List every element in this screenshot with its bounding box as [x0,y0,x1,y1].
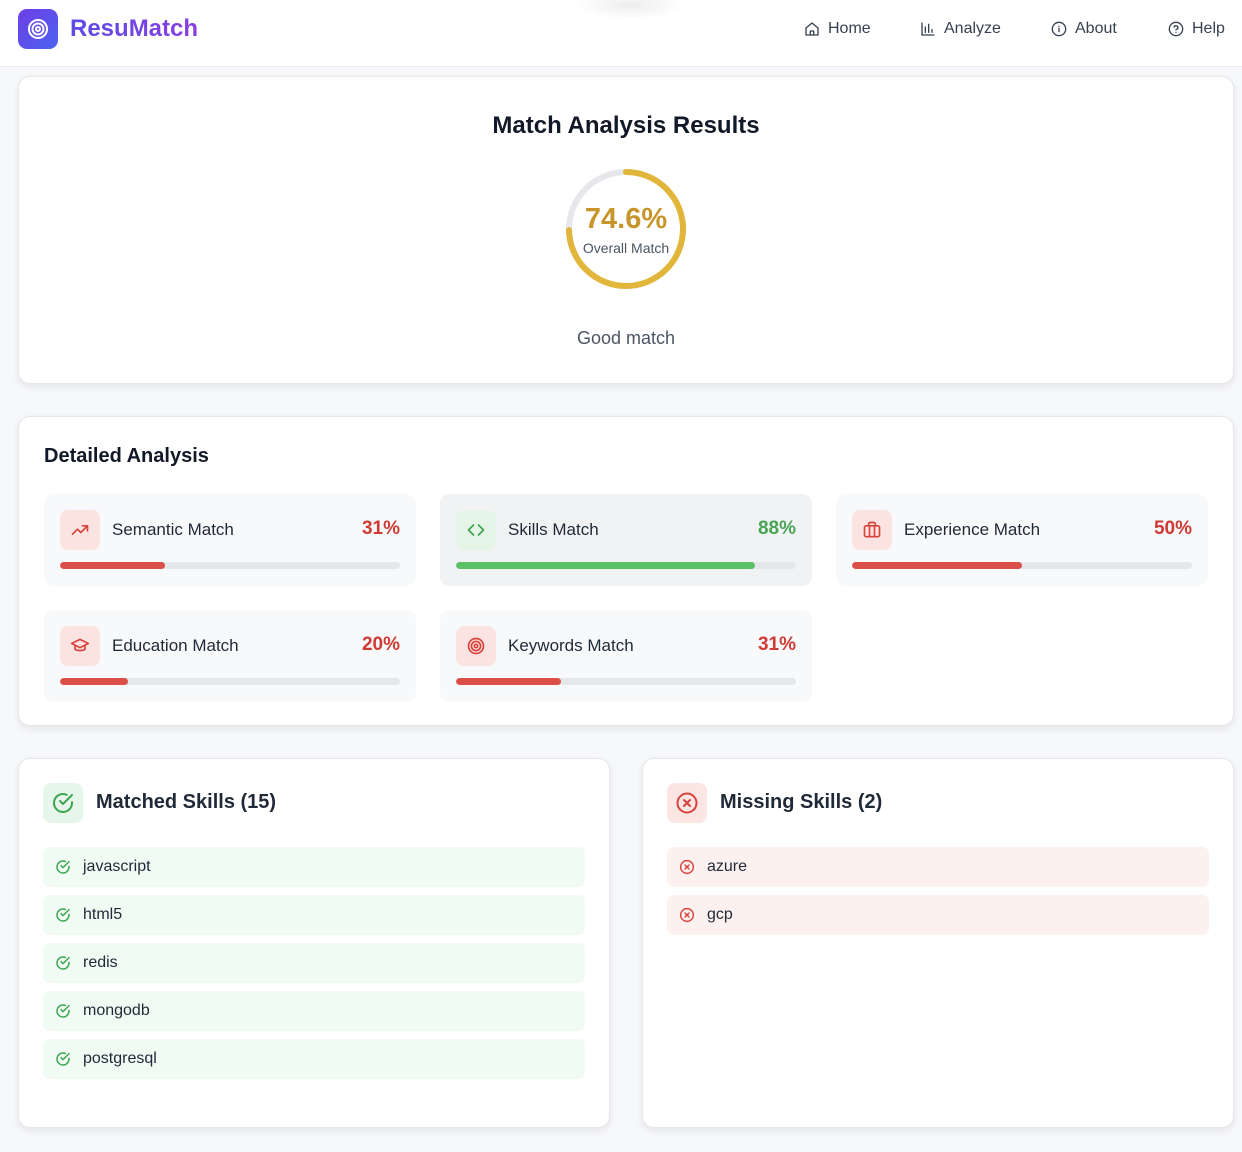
skill-list-item: mongodb [43,991,585,1031]
x-circle-icon [679,907,695,923]
metric-icon-box [456,626,496,666]
overall-match-percent: 74.6% [584,203,668,235]
detailed-analysis-title: Detailed Analysis [44,445,209,467]
skill-list-item: azure [667,847,1209,887]
metric-name: Keywords Match [508,636,634,655]
trending-up-icon [71,525,89,535]
skill-name: javascript [83,858,151,875]
skill-name: redis [83,954,118,971]
x-circle-icon [676,792,698,814]
skill-name: html5 [83,906,123,923]
matched-skills-card: Matched Skills (15) javascript html5 redis… [18,758,610,1128]
metric-value: 50% [1153,518,1192,539]
missing-skills-title: Missing Skills (2) [720,791,883,813]
target-icon [467,637,485,655]
metric-progress-fill [456,562,756,569]
x-circle-icon [679,859,695,875]
skill-list-item: javascript [43,847,585,887]
skill-name: mongodb [83,1002,150,1019]
nav-analyze-label: Analyze [944,20,1001,37]
skill-list-item: postgresql [43,1039,585,1079]
metric-progress-track [456,562,796,569]
metric-progress-fill [852,562,1022,569]
skill-name: gcp [707,906,733,923]
metric-value: 20% [361,634,400,655]
metric-icon-box [60,626,100,666]
metric-education: Education Match 20% [44,610,416,702]
missing-skills-card: Missing Skills (2) azure gcp [642,758,1234,1128]
missing-skills-list[interactable]: azure gcp [667,847,1209,1103]
nav-home[interactable]: Home [804,18,871,40]
metric-icon-box [852,510,892,550]
app-name[interactable]: ResuMatch [70,14,198,44]
check-circle-icon [53,793,73,813]
match-verdict: Good match [576,328,676,348]
metric-progress-fill [60,562,166,569]
metric-semantic: Semantic Match 31% [44,494,416,586]
app-logo[interactable] [18,9,58,49]
metric-progress-track [60,562,400,569]
home-icon [805,22,819,36]
metric-progress-track [456,678,796,685]
info-icon [1051,21,1067,37]
metric-name: Skills Match [508,520,599,539]
nav-home-label: Home [828,20,871,37]
skill-list-item: gcp [667,895,1209,935]
header-shadow-artifact [575,0,685,20]
metric-keywords: Keywords Match 31% [440,610,812,702]
help-circle-icon [1168,21,1184,37]
target-icon [28,19,48,39]
code-icon [467,524,485,536]
overall-match-label: Overall Match [582,240,670,256]
metric-experience: Experience Match 50% [836,494,1208,586]
metric-icon-box [60,510,100,550]
top-navbar: ResuMatch Home Analyze About Help [0,0,1242,67]
nav-analyze[interactable]: Analyze [920,18,1001,40]
metric-name: Experience Match [904,520,1041,539]
missing-skills-icon-box [667,783,707,823]
check-circle-icon [56,860,70,874]
metric-progress-fill [60,678,128,685]
metric-value: 31% [757,634,796,655]
metric-progress-fill [456,678,562,685]
skill-name: azure [707,858,748,875]
nav-about-label: About [1075,20,1117,37]
skill-list-item: redis [43,943,585,983]
metric-name: Education Match [112,636,239,655]
metric-value: 31% [361,518,400,539]
check-circle-icon [56,1004,70,1018]
metric-progress-track [60,678,400,685]
metric-skills: Skills Match 88% [440,494,812,586]
match-results-card: Match Analysis Results 74.6% Overall Mat… [18,76,1234,384]
detailed-analysis-card: Detailed Analysis Semantic Match 31% Ski… [18,416,1234,726]
matched-skills-title: Matched Skills (15) [96,791,277,813]
nav-about[interactable]: About [1051,18,1117,40]
metric-value: 88% [757,518,796,539]
check-circle-icon [56,908,70,922]
matched-skills-icon-box [43,783,83,823]
bar-chart-icon [921,22,935,36]
check-circle-icon [56,956,70,970]
check-circle-icon [56,1052,70,1066]
metric-progress-track [852,562,1192,569]
metric-name: Semantic Match [112,520,234,539]
skill-list-item: html5 [43,895,585,935]
results-title: Match Analysis Results [492,112,760,139]
graduation-cap-icon [70,638,90,652]
metric-icon-box [456,510,496,550]
nav-help-label: Help [1192,20,1225,37]
matched-skills-list[interactable]: javascript html5 redis mongodb postgresql [43,847,585,1103]
briefcase-icon [863,521,881,538]
skill-name: postgresql [83,1050,157,1067]
nav-help[interactable]: Help [1168,18,1225,40]
